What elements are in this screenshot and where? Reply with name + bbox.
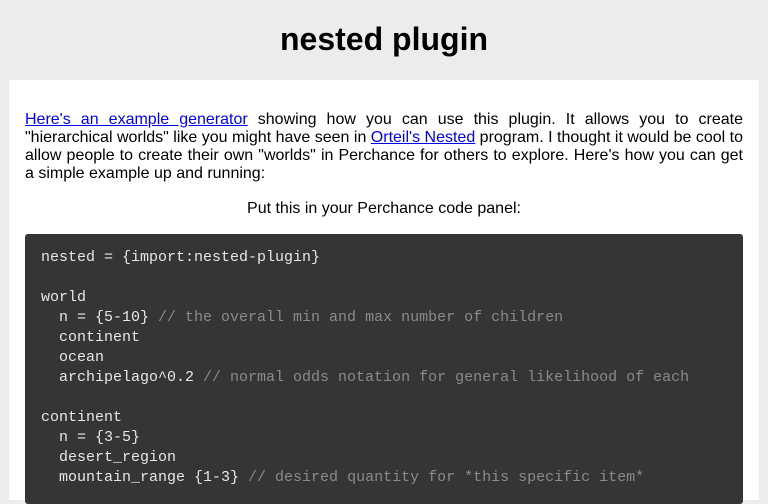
- code-block[interactable]: nested = {import:nested-plugin} world n =…: [25, 234, 743, 504]
- intro-paragraph: Here's an example generator showing how …: [25, 111, 743, 183]
- code-comment: // normal odds notation for general like…: [203, 369, 690, 386]
- example-generator-link[interactable]: Here's an example generator: [25, 111, 248, 128]
- content-card: Here's an example generator showing how …: [9, 80, 759, 504]
- code-line: continent: [41, 409, 123, 426]
- code-line: ocean: [41, 349, 105, 366]
- code-line: continent: [41, 329, 141, 346]
- instruction-text: Put this in your Perchance code panel:: [247, 200, 521, 217]
- code-line: desert_region: [41, 449, 177, 466]
- code-comment: // desired quantity for *this specific i…: [248, 469, 645, 486]
- page-title: nested plugin: [280, 21, 488, 57]
- orteils-nested-link[interactable]: Orteil's Nested: [371, 129, 475, 146]
- code-comment: // the overall min and max number of chi…: [158, 309, 564, 326]
- code-line: archipelago^0.2 // normal odds notation …: [41, 369, 690, 386]
- code-line: n = {3-5}: [41, 429, 141, 446]
- code-line: n = {5-10} // the overall min and max nu…: [41, 309, 564, 326]
- code-line: nested = {import:nested-plugin}: [41, 249, 321, 266]
- code-content: nested = {import:nested-plugin} world n =…: [25, 234, 743, 488]
- code-line: world: [41, 289, 87, 306]
- code-line: mountain_range {1-3} // desired quantity…: [41, 469, 645, 486]
